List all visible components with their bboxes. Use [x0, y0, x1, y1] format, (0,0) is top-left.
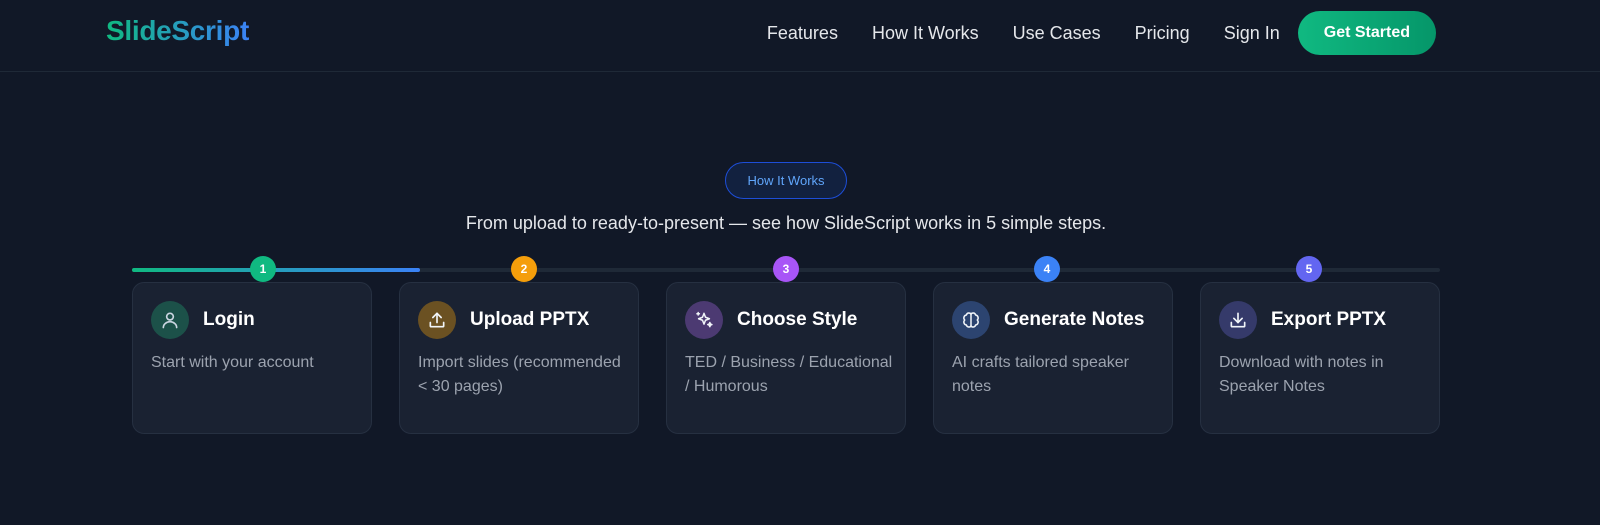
- top-nav: SlideScript Features How It Works Use Ca…: [0, 0, 1600, 72]
- step-title: Upload PPTX: [470, 309, 590, 330]
- step-card-generate-notes[interactable]: Generate Notes AI crafts tailored speake…: [933, 282, 1173, 434]
- step-title: Generate Notes: [1004, 309, 1145, 330]
- step-number-3: 3: [773, 256, 799, 282]
- step-number-1: 1: [250, 256, 276, 282]
- sparkles-icon: [685, 301, 723, 339]
- sign-in-link[interactable]: Sign In: [1224, 23, 1280, 44]
- step-description: Import slides (recommended < 30 pages): [418, 354, 621, 395]
- step-number-4: 4: [1034, 256, 1060, 282]
- step-card-export-pptx[interactable]: Export PPTX Download with notes in Speak…: [1200, 282, 1440, 434]
- step-number-2: 2: [511, 256, 537, 282]
- nav-link-features[interactable]: Features: [767, 23, 838, 44]
- nav-link-use-cases[interactable]: Use Cases: [1013, 23, 1101, 44]
- step-description: Start with your account: [151, 354, 314, 371]
- step-description: TED / Business / Educational / Humorous: [685, 354, 893, 395]
- get-started-button[interactable]: Get Started: [1297, 11, 1436, 55]
- nav-link-how-it-works[interactable]: How It Works: [872, 23, 979, 44]
- step-description: AI crafts tailored speaker notes: [952, 354, 1129, 395]
- step-card-upload-pptx[interactable]: Upload PPTX Import slides (recommended <…: [399, 282, 639, 434]
- section-badge: How It Works: [725, 162, 847, 199]
- upload-icon: [418, 301, 456, 339]
- nav-links: Features How It Works Use Cases Pricing …: [767, 11, 1436, 55]
- user-icon: [151, 301, 189, 339]
- step-description: Download with notes in Speaker Notes: [1219, 354, 1384, 395]
- step-number-5: 5: [1296, 256, 1322, 282]
- nav-link-pricing[interactable]: Pricing: [1135, 23, 1190, 44]
- step-card-choose-style[interactable]: Choose Style TED / Business / Educationa…: [666, 282, 906, 434]
- step-title: Choose Style: [737, 309, 858, 330]
- section-subtitle: From upload to ready-to-present — see ho…: [465, 213, 1107, 233]
- logo[interactable]: SlideScript: [106, 15, 249, 47]
- brain-icon: [952, 301, 990, 339]
- step-title: Login: [203, 309, 255, 330]
- download-icon: [1219, 301, 1257, 339]
- step-card-login[interactable]: Login Start with your account: [132, 282, 372, 434]
- step-title: Export PPTX: [1271, 309, 1387, 330]
